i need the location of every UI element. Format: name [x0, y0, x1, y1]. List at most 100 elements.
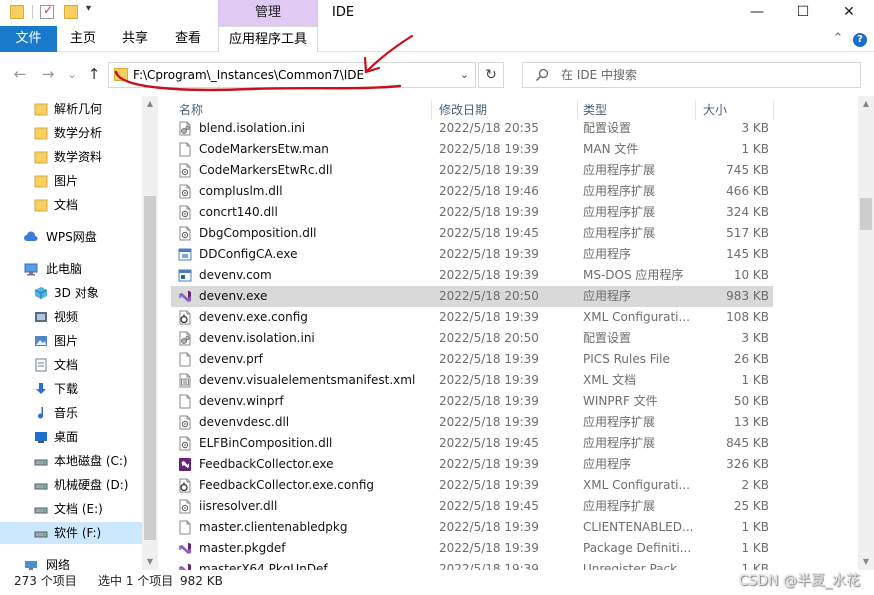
tab-view[interactable]: 查看	[165, 26, 211, 52]
address-bar[interactable]: F:\Cprogram\_Instances\Common7\IDE ⌄	[108, 62, 476, 88]
file-row[interactable]: CodeMarkersEtwRc.dll 2022/5/18 19:39 应用程序扩…	[171, 160, 773, 181]
file-row[interactable]: blend.isolation.ini 2022/5/18 20:35 配置设置 3 …	[171, 118, 773, 139]
sidebar-item[interactable]: 本地磁盘 (C:)	[0, 450, 142, 472]
file-name: DDConfigCA.exe	[199, 247, 298, 261]
sidebar-item[interactable]: 音乐	[0, 402, 142, 424]
ribbon-collapse-icon[interactable]: ⌃	[830, 26, 846, 52]
file-list-scrollbar[interactable]: ▲ ▼	[858, 96, 874, 570]
file-row[interactable]: DbgComposition.dll 2022/5/18 19:45 应用程序扩展 5…	[171, 223, 773, 244]
search-input[interactable]: 在 IDE 中搜索	[561, 63, 637, 87]
context-tab-manage[interactable]: 管理	[218, 0, 318, 26]
file-row[interactable]: devenv.isolation.ini 2022/5/18 20:50 配置设置 3…	[171, 328, 773, 349]
file-row[interactable]: CodeMarkersEtw.man 2022/5/18 19:39 MAN 文件 1…	[171, 139, 773, 160]
properties-check-icon[interactable]	[40, 3, 54, 19]
file-row[interactable]: FeedbackCollector.exe.config 2022/5/18 19…	[171, 475, 773, 496]
desktop-icon	[35, 432, 47, 443]
file-row[interactable]: FeedbackCollector.exe 2022/5/18 19:39 应用程序…	[171, 454, 773, 475]
file-size: 13 KB	[733, 415, 769, 429]
sidebar-item-label: 文档	[54, 198, 79, 212]
sidebar-item[interactable]: 图片	[0, 330, 142, 352]
sidebar-item[interactable]: 文档 (E:)	[0, 498, 142, 520]
file-row[interactable]: devenv.prf 2022/5/18 19:39 PICS Rules File…	[171, 349, 773, 370]
column-header-size[interactable]: 大小	[703, 100, 727, 120]
file-size: 466 KB	[726, 184, 769, 198]
file-type: 配置设置	[583, 121, 632, 135]
tab-share[interactable]: 共享	[112, 26, 158, 52]
sidebar-item[interactable]: 此电脑	[0, 258, 142, 280]
column-divider[interactable]	[695, 100, 696, 120]
navigation-bar: ← → ⌄ ↑ F:\Cprogram\_Instances\Common7\I…	[0, 52, 874, 96]
sidebar-item[interactable]: 3D 对象	[0, 282, 142, 304]
file-row[interactable]: iisresolver.dll 2022/5/18 19:45 应用程序扩展 25 K…	[171, 496, 773, 517]
sidebar-scroll-thumb[interactable]	[144, 196, 156, 540]
file-row[interactable]: ELFBinComposition.dll 2022/5/18 19:45 应用程序…	[171, 433, 773, 454]
tab-app-tools[interactable]: 应用程序工具	[218, 26, 318, 53]
sidebar-item[interactable]: 桌面	[0, 426, 142, 448]
file-row[interactable]: devenv.exe 2022/5/18 20:50 应用程序 983 KB	[171, 286, 773, 307]
file-row[interactable]: master.pkgdef 2022/5/18 19:39 Package Defi…	[171, 538, 773, 559]
sidebar-item[interactable]: 视频	[0, 306, 142, 328]
close-button[interactable]: ✕	[826, 0, 872, 26]
help-icon[interactable]: ?	[853, 33, 867, 47]
sidebar-scrollbar[interactable]: ▲ ▼	[142, 96, 158, 570]
file-row[interactable]: devenv.visualelementsmanifest.xml 2022/5/…	[171, 370, 773, 391]
scroll-down-icon[interactable]: ▼	[858, 554, 874, 570]
sidebar-item[interactable]: 软件 (F:)	[0, 522, 142, 544]
sidebar-item[interactable]: 文档	[0, 194, 142, 216]
file-list-scroll-thumb[interactable]	[860, 198, 872, 230]
search-icon	[535, 68, 549, 82]
file-type: 应用程序扩展	[583, 163, 656, 177]
file-row[interactable]: devenv.exe.config 2022/5/18 19:39 XML Conf…	[171, 307, 773, 328]
file-row[interactable]: devenv.winprf 2022/5/18 19:39 WINPRF 文件 50 …	[171, 391, 773, 412]
scroll-up-icon[interactable]: ▲	[858, 96, 874, 112]
forward-button[interactable]: →	[38, 64, 58, 84]
up-button[interactable]: ↑	[84, 64, 104, 84]
wps-cloud-icon	[24, 231, 38, 241]
column-header-date[interactable]: 修改日期	[439, 100, 487, 120]
minimize-button[interactable]: —	[734, 0, 780, 26]
tab-home[interactable]: 主页	[60, 26, 106, 52]
sidebar-item[interactable]: 数学分析	[0, 122, 142, 144]
recent-locations-icon[interactable]: ⌄	[62, 64, 82, 84]
ini-file-icon	[179, 121, 191, 136]
address-text[interactable]: F:\Cprogram\_Instances\Common7\IDE	[133, 63, 364, 87]
sidebar-item[interactable]: 机械硬盘 (D:)	[0, 474, 142, 496]
file-icon	[179, 520, 191, 535]
column-divider[interactable]	[773, 100, 774, 120]
chevron-down-icon[interactable]: ⌄	[460, 63, 469, 87]
new-folder-icon[interactable]	[64, 5, 78, 19]
file-row[interactable]: concrt140.dll 2022/5/18 19:39 应用程序扩展 324 KB	[171, 202, 773, 223]
file-date: 2022/5/18 19:39	[439, 352, 539, 366]
maximize-button[interactable]: ☐	[780, 0, 826, 26]
file-row[interactable]: DDConfigCA.exe 2022/5/18 19:39 应用程序 145 KB	[171, 244, 773, 265]
column-divider[interactable]	[431, 100, 432, 120]
sidebar-item[interactable]: 网络	[0, 554, 142, 570]
column-header-name[interactable]: 名称	[179, 100, 203, 120]
file-row[interactable]: devenv.com 2022/5/18 19:39 MS-DOS 应用程序 10 K…	[171, 265, 773, 286]
sidebar-item-label: 解析几何	[54, 102, 103, 116]
column-divider[interactable]	[577, 100, 578, 120]
sidebar-item[interactable]: 数学资料	[0, 146, 142, 168]
scroll-down-icon[interactable]: ▼	[142, 554, 158, 570]
file-size: 324 KB	[726, 205, 769, 219]
sidebar-item[interactable]: WPS网盘	[0, 226, 142, 248]
file-row[interactable]: master.clientenabledpkg 2022/5/18 19:39 CL…	[171, 517, 773, 538]
refresh-button[interactable]: ↻	[478, 62, 504, 88]
quick-access-dropdown-icon[interactable]: ▾	[86, 3, 91, 14]
file-size: 1 KB	[741, 562, 769, 570]
column-header-type[interactable]: 类型	[583, 100, 607, 120]
file-row[interactable]: devenvdesc.dll 2022/5/18 19:39 应用程序扩展 13 KB	[171, 412, 773, 433]
file-row[interactable]: masterX64.PkgUnDef 2022/5/18 19:39 Unregis…	[171, 559, 773, 570]
file-name: CodeMarkersEtwRc.dll	[199, 163, 333, 177]
sidebar-item[interactable]: 解析几何	[0, 98, 142, 120]
visual-studio-icon	[179, 563, 191, 570]
sidebar-item[interactable]: 下载	[0, 378, 142, 400]
search-box[interactable]: 在 IDE 中搜索	[522, 62, 861, 88]
tab-file[interactable]: 文件	[0, 26, 57, 52]
music-icon	[38, 407, 43, 419]
file-row[interactable]: compluslm.dll 2022/5/18 19:46 应用程序扩展 466 KB	[171, 181, 773, 202]
scroll-up-icon[interactable]: ▲	[142, 96, 158, 112]
back-button[interactable]: ←	[10, 64, 30, 84]
sidebar-item[interactable]: 图片	[0, 170, 142, 192]
sidebar-item[interactable]: 文档	[0, 354, 142, 376]
